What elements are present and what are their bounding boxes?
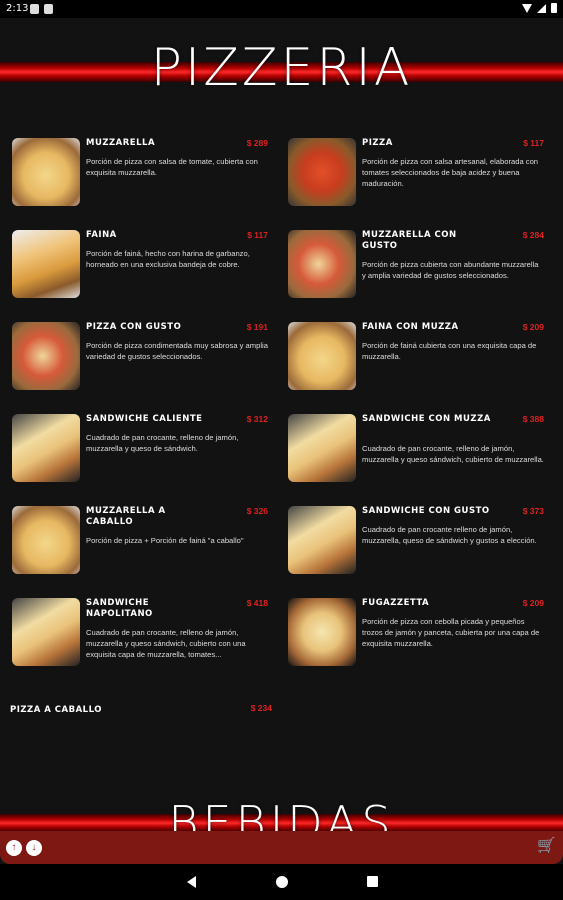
arrow-down-icon[interactable]: ↓ — [26, 840, 42, 856]
system-nav-bar — [0, 864, 563, 900]
menu-item-pizza-con-gusto[interactable]: PIZZA CON GUSTO $ 191 Porción de pizza c… — [10, 320, 270, 400]
product-image — [288, 138, 356, 206]
product-name: PIZZA A CABALLO — [10, 705, 102, 715]
product-description: Cuadrado de pan crocante, relleno de jam… — [86, 628, 246, 659]
product-name: SANDWICHE CALIENTE — [86, 414, 203, 424]
system-icons — [522, 3, 557, 13]
product-description: Porción de pizza cubierta con abundante … — [362, 260, 539, 280]
product-description: Porción de pizza + Porción de fainá "a c… — [86, 536, 244, 545]
status-bar: 2:13 — [0, 0, 563, 18]
product-description: Porción de pizza con cebolla picada y pe… — [362, 617, 540, 648]
product-name: SANDWICHE NAPOLITANO — [86, 598, 153, 619]
battery-icon — [551, 3, 557, 13]
product-name: MUZZARELLA A CABALLO — [86, 506, 166, 527]
product-price: $ 117 — [523, 138, 544, 148]
product-image — [12, 138, 80, 206]
notification-app-icon — [30, 4, 39, 14]
signal-icon — [537, 3, 546, 13]
notification-icons — [30, 4, 53, 14]
product-price: $ 284 — [522, 230, 544, 240]
menu-item-sandwiche-con-gusto[interactable]: SANDWICHE CON GUSTO $ 373 Cuadrado de pa… — [286, 504, 546, 584]
product-image — [288, 506, 356, 574]
section-title-pizzeria: PIZZERIA — [150, 38, 413, 98]
product-price: $ 312 — [246, 414, 268, 424]
product-price: $ 191 — [246, 322, 268, 332]
product-description: Porción de pizza con salsa de tomate, cu… — [86, 157, 258, 177]
back-icon[interactable] — [187, 876, 196, 888]
product-price: $ 234 — [250, 703, 272, 713]
product-name: FUGAZZETTA — [362, 598, 430, 608]
product-price: $ 289 — [246, 138, 268, 148]
product-price: $ 326 — [246, 506, 268, 516]
product-description: Porción de fainá, hecho con harina de ga… — [86, 249, 250, 269]
product-description: Cuadrado de pan crocante relleno de jamó… — [362, 525, 537, 545]
menu-item-faina[interactable]: FAINA $ 117 Porción de fainá, hecho con … — [10, 228, 270, 308]
product-image — [12, 414, 80, 482]
product-price: $ 373 — [522, 506, 544, 516]
product-price: $ 388 — [522, 414, 544, 424]
product-image — [12, 506, 80, 574]
home-icon[interactable] — [276, 876, 288, 888]
bottom-action-bar: ↑ ↓ 🛒 — [0, 831, 563, 864]
product-name: FAINA CON MUZZA — [362, 322, 459, 332]
product-image — [12, 230, 80, 298]
product-price: $ 209 — [522, 322, 544, 332]
product-description: Cuadrado de pan crocante, relleno de jam… — [362, 444, 544, 464]
status-time: 2:13 — [6, 3, 29, 14]
cart-icon[interactable]: 🛒 — [537, 837, 556, 855]
product-price: $ 209 — [522, 598, 544, 608]
notification-doc-icon — [44, 4, 53, 14]
product-price: $ 117 — [247, 230, 268, 240]
menu-item-fugazzeta[interactable]: FUGAZZETTA $ 209 Porción de pizza con ce… — [286, 596, 546, 676]
wifi-icon — [522, 3, 532, 13]
product-image — [12, 322, 80, 390]
app-screen: PIZZERIA MUZZARELLA $ 289 Porción de piz… — [0, 18, 563, 864]
recents-icon[interactable] — [367, 876, 378, 887]
menu-item-sandwiche-con-muzza[interactable]: SANDWICHE CON MUZZA $ 388 Cuadrado de pa… — [286, 412, 546, 492]
product-description: Porción de pizza con salsa artesanal, el… — [362, 157, 539, 188]
product-image — [288, 598, 356, 666]
product-name: SANDWICHE CON GUSTO — [362, 506, 490, 516]
menu-item-faina-con-muzza[interactable]: FAINA CON MUZZA $ 209 Porción de fainá c… — [286, 320, 546, 400]
product-image — [12, 598, 80, 666]
product-description: Porción de pizza condimentada muy sabros… — [86, 341, 268, 361]
product-name: MUZZARELLA CON GUSTO — [362, 230, 457, 251]
menu-item-muzzarella[interactable]: MUZZARELLA $ 289 Porción de pizza con sa… — [10, 136, 270, 216]
menu-item-muzzarella-con-gusto[interactable]: MUZZARELLA CON GUSTO $ 284 Porción de pi… — [286, 228, 546, 308]
product-name: MUZZARELLA — [86, 138, 156, 148]
product-name: PIZZA — [362, 138, 393, 148]
product-description: Cuadrado de pan crocante, relleno de jam… — [86, 433, 239, 453]
menu-item-sandwiche-caliente[interactable]: SANDWICHE CALIENTE $ 312 Cuadrado de pan… — [10, 412, 270, 492]
arrow-up-icon[interactable]: ↑ — [6, 840, 22, 856]
product-image — [288, 322, 356, 390]
product-price: $ 418 — [246, 598, 268, 608]
product-image — [288, 414, 356, 482]
product-description: Porción de fainá cubierta con una exquis… — [362, 341, 537, 361]
menu-item-pizza-a-caballo[interactable]: PIZZA A CABALLO $ 234 — [10, 703, 272, 717]
product-image — [288, 230, 356, 298]
menu-item-muzzarella-a-caballo[interactable]: MUZZARELLA A CABALLO $ 326 Porción de pi… — [10, 504, 270, 584]
product-name: FAINA — [86, 230, 117, 240]
menu-item-sandwiche-napolitano[interactable]: SANDWICHE NAPOLITANO $ 418 Cuadrado de p… — [10, 596, 270, 676]
product-name: SANDWICHE CON MUZZA — [362, 414, 491, 424]
product-name: PIZZA CON GUSTO — [86, 322, 182, 332]
menu-item-pizza[interactable]: PIZZA $ 117 Porción de pizza con salsa a… — [286, 136, 546, 216]
